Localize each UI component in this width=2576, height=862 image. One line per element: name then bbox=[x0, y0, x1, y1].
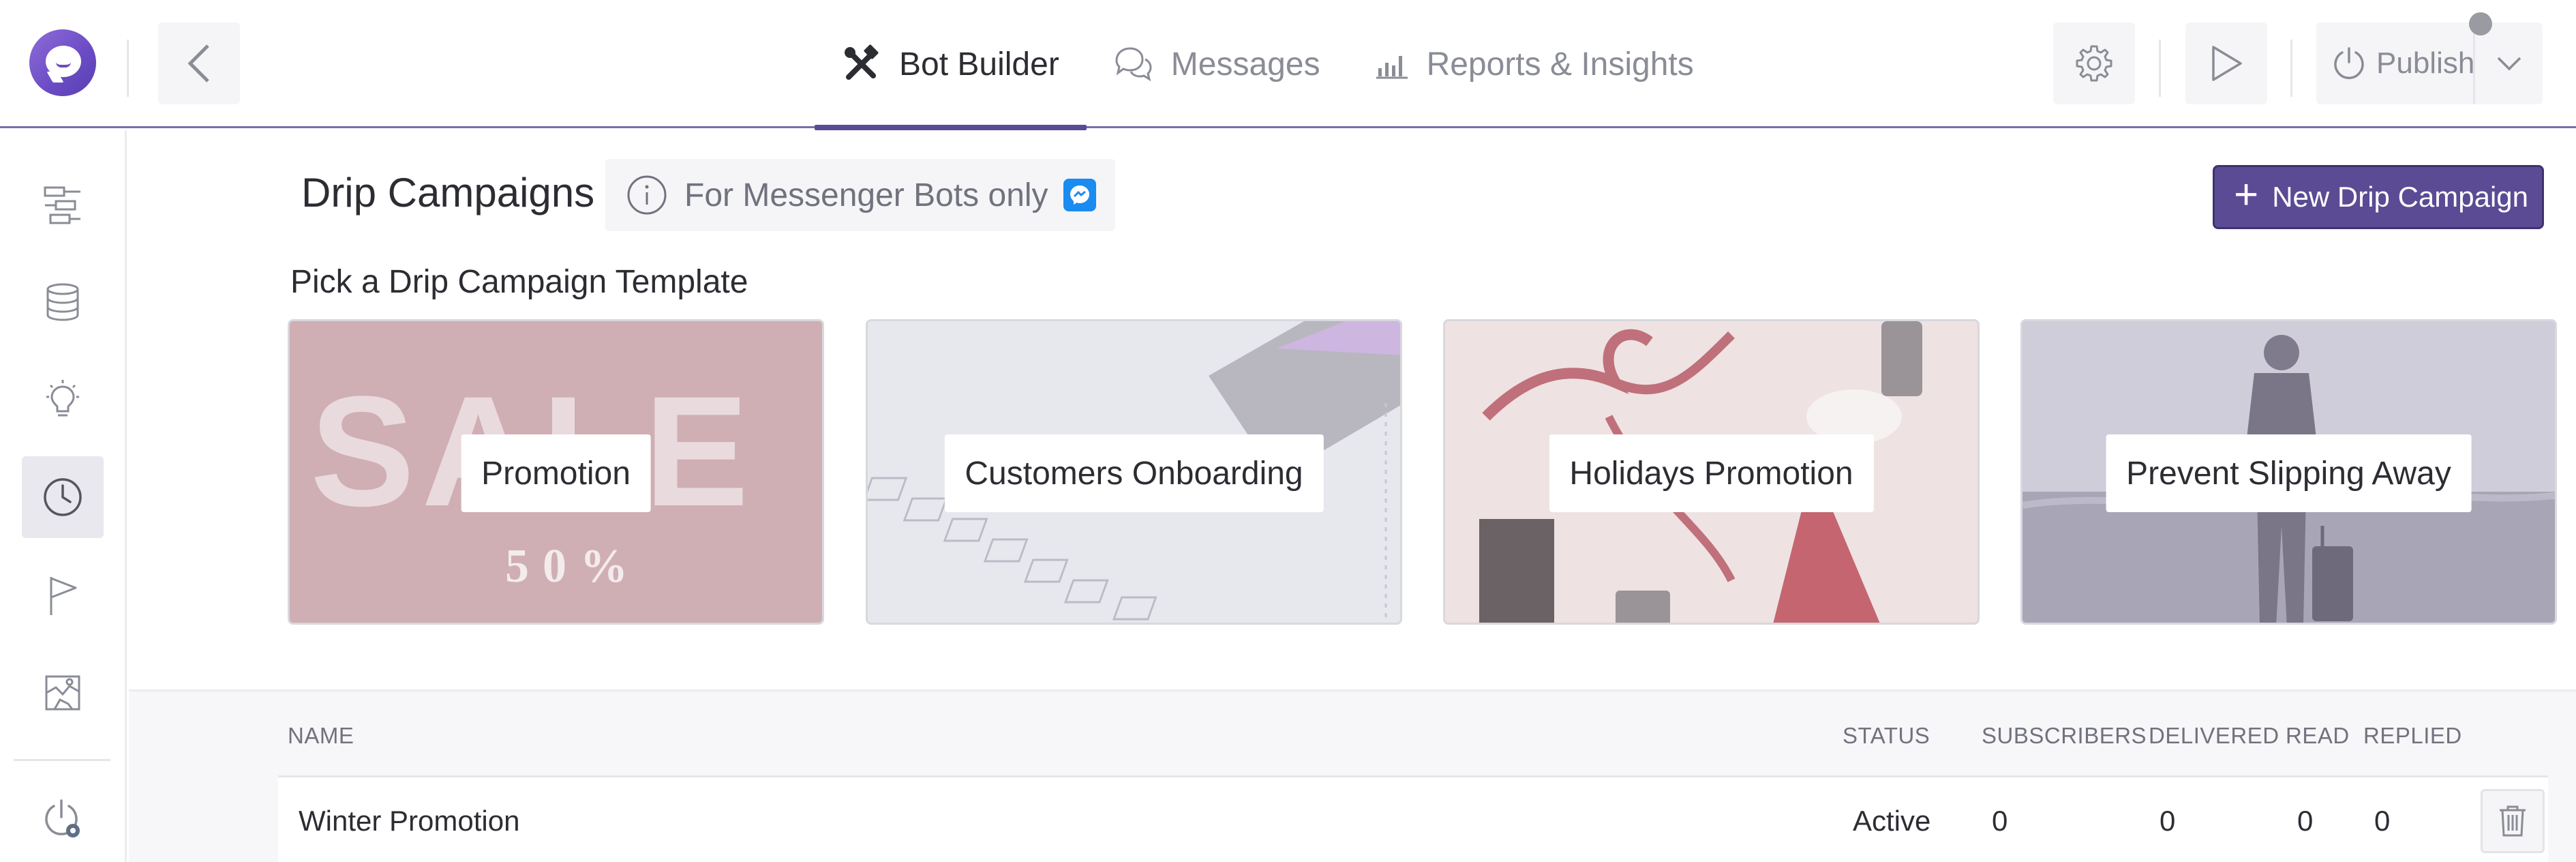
tab-label: Bot Builder bbox=[899, 46, 1059, 83]
sale-image-percent: 50% bbox=[505, 540, 641, 593]
tab-messages[interactable]: Messages bbox=[1087, 0, 1348, 128]
template-label: Prevent Slipping Away bbox=[2106, 434, 2472, 512]
divider bbox=[2159, 40, 2161, 97]
info-icon bbox=[627, 175, 667, 215]
lightbulb-icon bbox=[46, 380, 79, 417]
sidebar-item-database[interactable] bbox=[22, 262, 104, 344]
column-header-subscribers[interactable]: SUBSCRIBERS bbox=[1982, 723, 2147, 749]
sidebar-item-flows[interactable] bbox=[22, 164, 104, 246]
flag-icon bbox=[50, 577, 77, 615]
sidebar-divider bbox=[14, 759, 110, 761]
sidebar bbox=[0, 130, 127, 862]
flow-icon bbox=[44, 186, 80, 224]
chat-bubbles-icon bbox=[1114, 46, 1153, 83]
settings-button[interactable] bbox=[2053, 23, 2135, 104]
table-row[interactable] bbox=[278, 775, 2548, 862]
publish-button[interactable]: Publish bbox=[2316, 23, 2475, 104]
sidebar-item-goals[interactable] bbox=[22, 554, 104, 636]
top-bar: Bot Builder Messages Reports & Insights … bbox=[0, 0, 2576, 130]
preview-button[interactable] bbox=[2185, 23, 2267, 104]
tab-label: Reports & Insights bbox=[1426, 46, 1694, 83]
trash-icon bbox=[2500, 805, 2526, 837]
notification-dot bbox=[2469, 12, 2492, 35]
clock-icon bbox=[44, 478, 82, 516]
page-title: Drip Campaigns bbox=[301, 170, 595, 216]
campaign-replied: 0 bbox=[2374, 805, 2391, 837]
tools-icon bbox=[842, 44, 881, 84]
chevron-down-icon bbox=[2497, 57, 2521, 71]
plus-icon: + bbox=[2234, 171, 2259, 218]
back-button[interactable] bbox=[158, 23, 240, 104]
template-card-holidays-promotion[interactable]: Holidays Promotion bbox=[1443, 319, 1980, 625]
new-drip-campaign-label: New Drip Campaign bbox=[2272, 181, 2529, 213]
templates-heading: Pick a Drip Campaign Template bbox=[290, 264, 748, 300]
database-icon bbox=[46, 283, 79, 321]
publish-label: Publish bbox=[2376, 46, 2475, 80]
publish-button-group: Publish bbox=[2316, 23, 2543, 104]
campaign-read: 0 bbox=[2297, 805, 2314, 837]
messenger-icon bbox=[1063, 179, 1096, 211]
sidebar-item-ideas[interactable] bbox=[22, 359, 104, 441]
divider bbox=[127, 40, 129, 97]
column-header-name[interactable]: NAME bbox=[288, 723, 354, 749]
chevron-left-icon bbox=[187, 44, 209, 83]
bar-chart-icon bbox=[1375, 49, 1409, 79]
app-logo[interactable] bbox=[29, 29, 96, 96]
messenger-only-notice: For Messenger Bots only bbox=[605, 159, 1115, 231]
map-icon bbox=[45, 675, 80, 711]
campaign-delivered: 0 bbox=[2160, 805, 2176, 837]
template-card-promotion[interactable]: SALE 50% Promotion bbox=[288, 319, 824, 625]
template-card-prevent-slipping-away[interactable]: Prevent Slipping Away bbox=[2020, 319, 2557, 625]
template-label: Customers Onboarding bbox=[944, 434, 1324, 512]
tab-reports-insights[interactable]: Reports & Insights bbox=[1348, 0, 1721, 128]
column-header-read[interactable]: READ bbox=[2286, 723, 2350, 749]
sidebar-item-map[interactable] bbox=[22, 652, 104, 734]
delete-campaign-button[interactable] bbox=[2481, 789, 2545, 853]
template-label: Promotion bbox=[461, 434, 651, 512]
publish-options-dropdown[interactable] bbox=[2475, 23, 2543, 104]
sidebar-item-drip-campaigns[interactable] bbox=[22, 456, 104, 538]
template-label: Holidays Promotion bbox=[1549, 434, 1874, 512]
tab-label: Messages bbox=[1170, 46, 1320, 83]
tab-bot-builder[interactable]: Bot Builder bbox=[815, 0, 1087, 130]
column-header-replied[interactable]: REPLIED bbox=[2363, 723, 2462, 749]
gear-icon bbox=[2076, 45, 2112, 82]
main-nav: Bot Builder Messages Reports & Insights bbox=[815, 0, 1721, 130]
column-header-status[interactable]: STATUS bbox=[1843, 723, 1930, 749]
column-header-delivered[interactable]: DELIVERED bbox=[2149, 723, 2279, 749]
play-icon bbox=[2212, 46, 2242, 81]
new-drip-campaign-button[interactable]: + New Drip Campaign bbox=[2213, 165, 2544, 229]
power-icon bbox=[2331, 46, 2367, 81]
sidebar-item-bot-settings[interactable] bbox=[22, 779, 104, 861]
campaign-subscribers: 0 bbox=[1992, 805, 2008, 837]
campaign-status: Active bbox=[1853, 805, 1931, 837]
template-card-customers-onboarding[interactable]: Customers Onboarding bbox=[866, 319, 1402, 625]
notice-text: For Messenger Bots only bbox=[684, 177, 1048, 213]
divider bbox=[2290, 40, 2292, 97]
power-settings-icon bbox=[45, 799, 80, 837]
campaign-name[interactable]: Winter Promotion bbox=[299, 805, 519, 837]
